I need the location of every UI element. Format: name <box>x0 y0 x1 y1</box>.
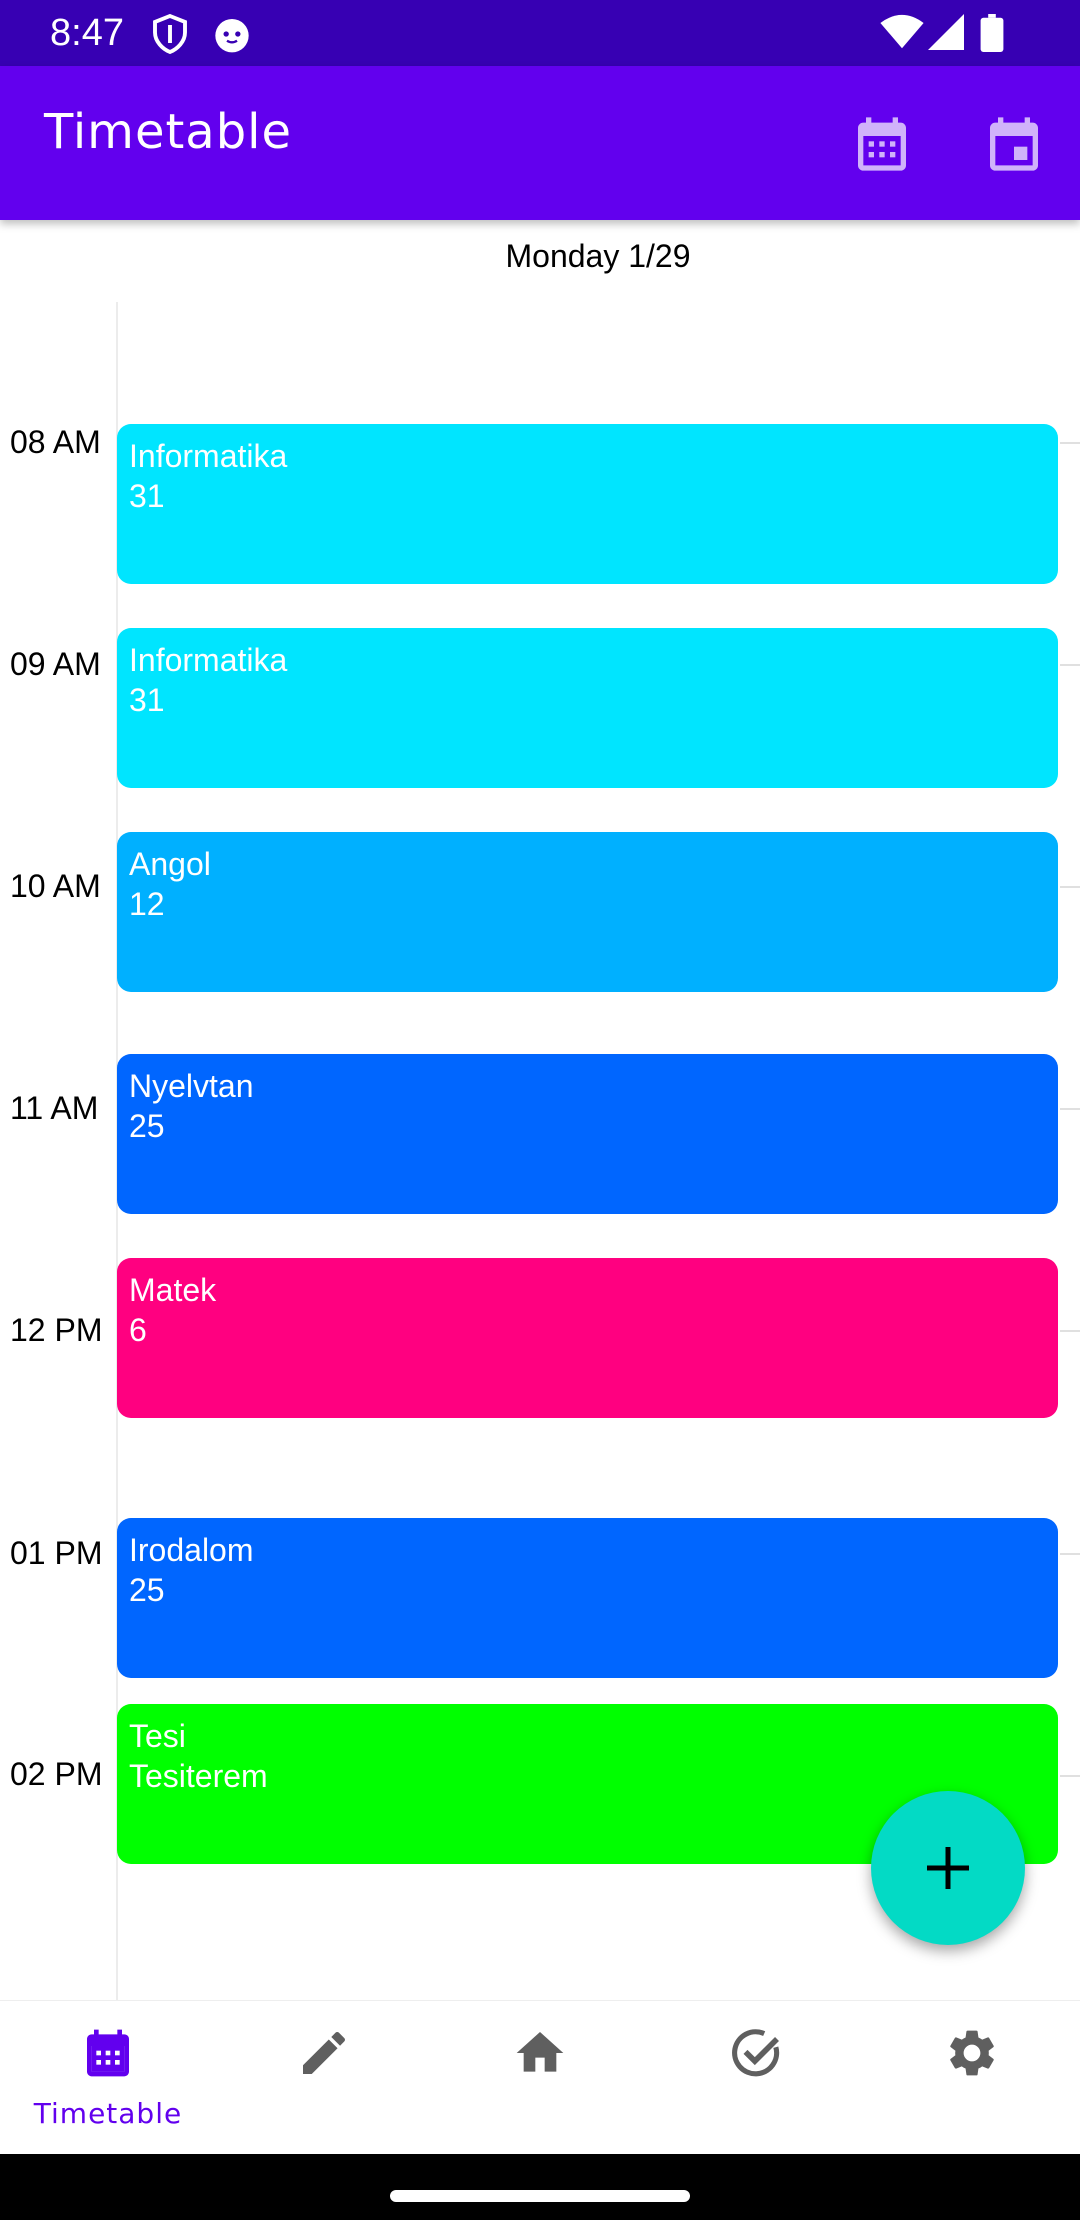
nav-item-settings[interactable] <box>864 2001 1080 2155</box>
calendar-grid-icon <box>858 117 906 171</box>
home-gesture-handle[interactable] <box>390 2190 690 2202</box>
nav-item-edit[interactable] <box>216 2001 432 2155</box>
today-button[interactable] <box>982 112 1046 176</box>
home-icon <box>516 2032 564 2072</box>
time-label: 08 AM <box>10 424 101 460</box>
wifi-icon <box>880 14 924 49</box>
calendar-icon <box>87 2029 129 2077</box>
time-label: 10 AM <box>10 868 101 904</box>
hour-tick <box>1060 442 1080 444</box>
time-label: 12 PM <box>10 1312 103 1348</box>
shield-icon <box>153 14 187 54</box>
plus-icon <box>927 1847 969 1889</box>
status-bar: 8:47 <box>0 0 1080 66</box>
nav-item-timetable[interactable]: Timetable <box>0 2001 216 2155</box>
event-room: 25 <box>129 1108 165 1144</box>
event-subject: Tesi <box>129 1718 186 1754</box>
hour-tick <box>1060 886 1080 888</box>
hour-tick <box>1060 1775 1080 1777</box>
day-header: Monday 1/29 <box>505 238 691 274</box>
event-room: 6 <box>129 1312 147 1348</box>
nav-label-timetable: Timetable <box>33 2097 183 2130</box>
event-block[interactable]: Matek 6 <box>117 1258 1058 1418</box>
nav-item-tasks[interactable] <box>648 2001 864 2155</box>
hour-tick <box>1060 1553 1080 1555</box>
cat-icon <box>215 19 249 53</box>
event-block[interactable]: Informatika 31 <box>117 628 1058 788</box>
event-subject: Matek <box>129 1272 217 1308</box>
event-room: 12 <box>129 886 165 922</box>
calendar-today-icon <box>990 117 1038 171</box>
event-room: Tesiterem <box>129 1758 268 1794</box>
calendar-view-button[interactable] <box>850 112 914 176</box>
time-label: 01 PM <box>10 1535 103 1571</box>
gesture-navigation-bar <box>0 2154 1080 2220</box>
time-label: 02 PM <box>10 1756 103 1792</box>
event-block[interactable]: Nyelvtan 25 <box>117 1054 1058 1214</box>
hour-tick <box>1060 664 1080 666</box>
signal-icon <box>928 14 964 50</box>
hour-tick <box>1060 1330 1080 1332</box>
battery-icon <box>980 14 1004 52</box>
event-subject: Nyelvtan <box>129 1068 254 1104</box>
check-circle-icon <box>732 2029 780 2077</box>
event-subject: Irodalom <box>129 1532 254 1568</box>
pencil-icon <box>303 2031 346 2074</box>
add-event-button[interactable] <box>871 1791 1025 1945</box>
time-label: 09 AM <box>10 646 101 682</box>
event-block[interactable]: Informatika 31 <box>117 424 1058 584</box>
nav-item-home[interactable] <box>432 2001 648 2155</box>
event-block[interactable]: Angol 12 <box>117 832 1058 992</box>
event-room: 31 <box>129 478 165 514</box>
status-time: 8:47 <box>50 12 124 54</box>
bottom-navigation: Timetable <box>0 2000 1080 2154</box>
event-subject: Informatika <box>129 642 288 678</box>
event-subject: Informatika <box>129 438 288 474</box>
gear-icon <box>950 2030 994 2076</box>
app-bar: Timetable <box>0 66 1080 220</box>
time-label: 11 AM <box>10 1090 99 1126</box>
event-room: 31 <box>129 682 165 718</box>
event-room: 25 <box>129 1572 165 1608</box>
event-block[interactable]: Irodalom 25 <box>117 1518 1058 1678</box>
app-title: Timetable <box>44 104 293 160</box>
event-subject: Angol <box>129 846 211 882</box>
hour-tick <box>1060 1108 1080 1110</box>
